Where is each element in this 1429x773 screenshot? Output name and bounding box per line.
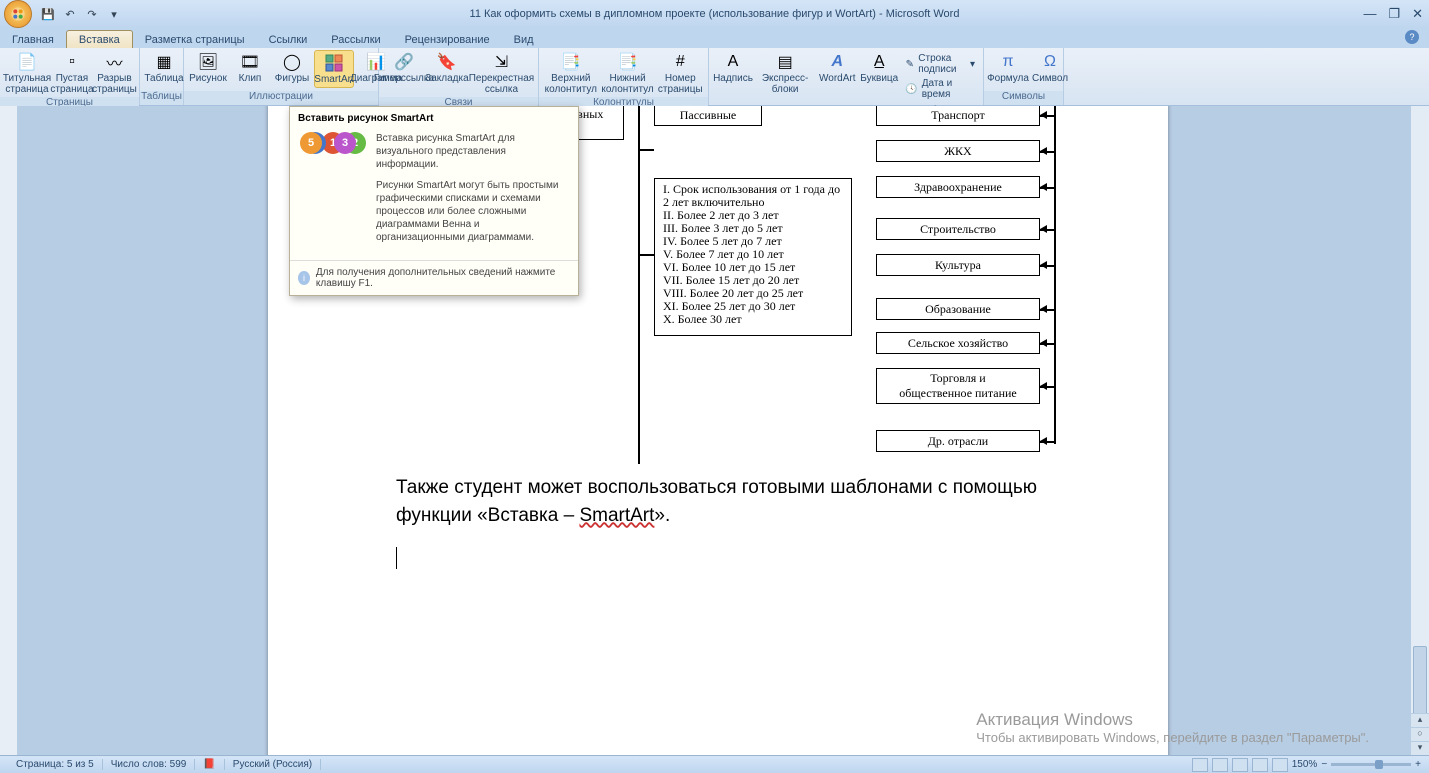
redo-icon[interactable]: ↷ (84, 6, 100, 22)
view-draft-button[interactable] (1272, 758, 1288, 772)
shapes-button[interactable]: ◯Фигуры (272, 50, 312, 86)
cover-page-button[interactable]: 📄Титульная страница (4, 50, 50, 97)
picture-button[interactable]: 🖼Рисунок (188, 50, 228, 86)
tab-insert[interactable]: Вставка (66, 30, 133, 48)
textbox-button[interactable]: AНадпись (713, 50, 753, 86)
zoom-slider-knob[interactable] (1375, 760, 1383, 769)
group-symbols-label: Символы (984, 91, 1063, 105)
window-title: 11 Как оформить схемы в дипломном проект… (470, 8, 960, 20)
diagram-box-right: Образование (876, 298, 1040, 320)
clip-button[interactable]: 🎞Клип (230, 50, 270, 86)
zoom-level[interactable]: 150% (1292, 759, 1318, 770)
page-break-button[interactable]: 〰Разрыв страницы (94, 50, 135, 97)
vertical-ruler (0, 106, 18, 755)
signature-line-button[interactable]: ✎Строка подписи ▾ (901, 52, 979, 76)
minimize-button[interactable]: — (1363, 6, 1376, 22)
ribbon: 📄Титульная страница ▫Пустая страница 〰Ра… (0, 48, 1429, 106)
smartart-button[interactable]: SmartArt (314, 50, 354, 88)
tab-view[interactable]: Вид (502, 31, 546, 48)
diagram-box-right: Др. отрасли (876, 430, 1040, 452)
diagram-box-right: Торговля и общественное питание (876, 368, 1040, 404)
datetime-button[interactable]: 🕓Дата и время (901, 77, 979, 101)
zoom-in-button[interactable]: + (1415, 759, 1421, 770)
view-print-layout-button[interactable] (1192, 758, 1208, 772)
symbol-button[interactable]: ΩСимвол (1030, 50, 1070, 86)
status-language[interactable]: Русский (Россия) (225, 759, 321, 770)
table-button[interactable]: ▦Таблица (144, 50, 184, 86)
tab-mailings[interactable]: Рассылки (319, 31, 392, 48)
close-button[interactable]: ✕ (1412, 6, 1423, 22)
group-tables-label: Таблицы (140, 91, 183, 105)
header-button[interactable]: 📑Верхний колонтитул (543, 50, 599, 97)
status-words[interactable]: Число слов: 599 (103, 759, 196, 770)
browse-next-button[interactable]: ▾ (1411, 741, 1429, 755)
title-bar: 💾 ↶ ↷ ▾ 11 Как оформить схемы в дипломно… (0, 0, 1429, 28)
browse-object-button[interactable]: ○ (1411, 727, 1429, 741)
document-text: Также студент может воспользоваться гото… (268, 464, 1168, 529)
help-icon[interactable]: ? (1405, 30, 1419, 44)
bookmark-button[interactable]: 🔖Закладка (427, 50, 467, 86)
vertical-scrollbar[interactable] (1411, 106, 1429, 755)
info-icon: i (298, 271, 310, 285)
dropcap-button[interactable]: A̲Буквица (859, 50, 899, 86)
browse-prev-button[interactable]: ▴ (1411, 713, 1429, 727)
view-full-screen-button[interactable] (1212, 758, 1228, 772)
hyperlink-button[interactable]: 🔗Гиперссылка (383, 50, 425, 86)
ribbon-tabs: Главная Вставка Разметка страницы Ссылки… (0, 28, 1429, 48)
diagram-box-right: Сельское хозяйство (876, 332, 1040, 354)
group-illus-label: Иллюстрации (184, 91, 378, 105)
diagram-box-right: Транспорт (876, 106, 1040, 126)
footer-button[interactable]: 📑Нижний колонтитул (601, 50, 655, 97)
tab-review[interactable]: Рецензирование (393, 31, 502, 48)
office-button[interactable] (4, 0, 32, 28)
save-icon[interactable]: 💾 (40, 6, 56, 22)
scrollbar-thumb[interactable] (1413, 646, 1427, 716)
smartart-tooltip: Вставить рисунок SmartArt 1 2 3 4 5 Вста… (289, 106, 579, 296)
tab-references[interactable]: Ссылки (257, 31, 320, 48)
status-bar: Страница: 5 из 5 Число слов: 599 📕 Русск… (0, 755, 1429, 773)
status-proofing-icon[interactable]: 📕 (195, 759, 224, 770)
tab-page-layout[interactable]: Разметка страницы (133, 31, 257, 48)
tooltip-desc-2: Рисунки SmartArt могут быть простыми гра… (376, 179, 570, 244)
blank-page-button[interactable]: ▫Пустая страница (52, 50, 92, 97)
tooltip-desc-1: Вставка рисунка SmartArt для визуального… (376, 132, 570, 171)
page-number-button[interactable]: #Номер страницы (657, 50, 704, 97)
tooltip-title: Вставить рисунок SmartArt (290, 107, 578, 128)
zoom-out-button[interactable]: − (1321, 759, 1327, 770)
tab-home[interactable]: Главная (0, 31, 66, 48)
diagram-box-right: Строительство (876, 218, 1040, 240)
diagram-box-right: Культура (876, 254, 1040, 276)
quick-access-toolbar: 💾 ↶ ↷ ▾ (40, 6, 122, 22)
diagram-box-passive: Пассивные (654, 106, 762, 126)
diagram-box-right: ЖКХ (876, 140, 1040, 162)
diagram-box-right: Здравоохранение (876, 176, 1040, 198)
qat-dropdown-icon[interactable]: ▾ (106, 6, 122, 22)
tooltip-f1-hint: Для получения дополнительных сведений на… (316, 267, 570, 289)
wordart-button[interactable]: AWordArt (817, 50, 857, 86)
view-web-layout-button[interactable] (1232, 758, 1248, 772)
view-outline-button[interactable] (1252, 758, 1268, 772)
workspace: Пассивные I. Срок использования от 1 год… (0, 106, 1429, 755)
zoom-slider[interactable] (1331, 763, 1411, 766)
text-cursor (396, 547, 397, 569)
undo-icon[interactable]: ↶ (62, 6, 78, 22)
status-page[interactable]: Страница: 5 из 5 (8, 759, 103, 770)
smartart-preview-icon: 1 2 3 4 5 (298, 132, 368, 202)
spellcheck-underline: SmartArt (579, 505, 654, 526)
maximize-button[interactable]: ❐ (1388, 6, 1400, 22)
crossref-button[interactable]: ⇲Перекрестная ссылка (469, 50, 534, 97)
equation-button[interactable]: πФормула (988, 50, 1028, 86)
quickparts-button[interactable]: ▤Экспресс-блоки (755, 50, 815, 97)
diagram-box-duration: I. Срок использования от 1 года до 2 лет… (654, 178, 852, 336)
